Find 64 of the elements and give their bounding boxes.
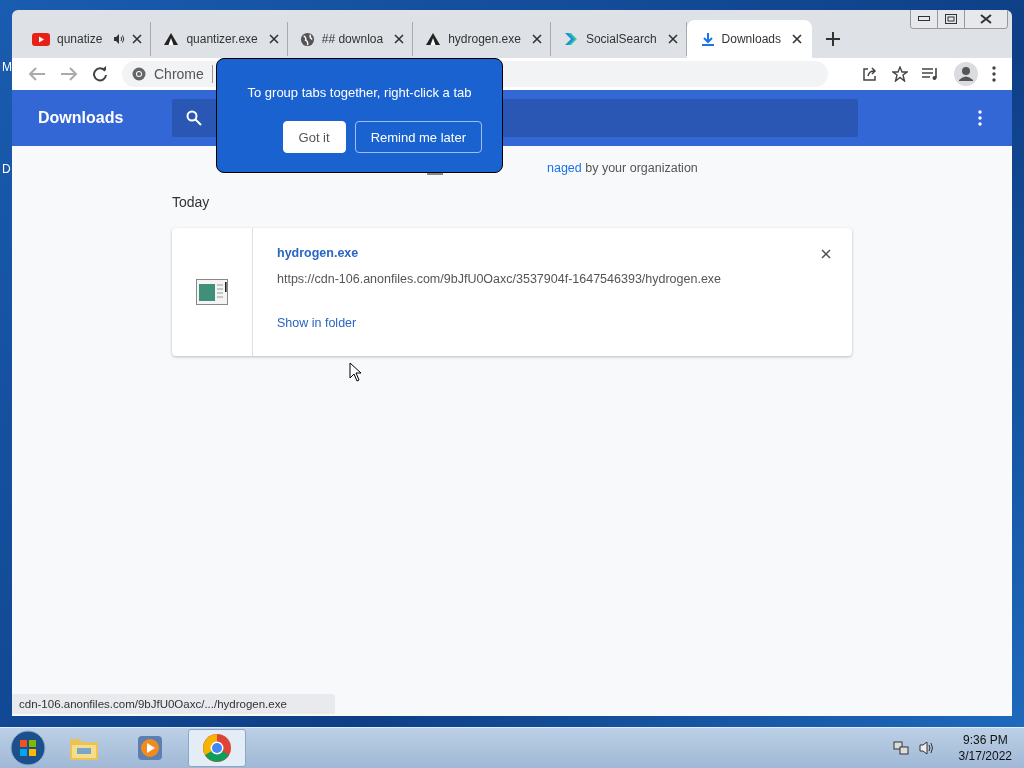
browser-tab[interactable]: qunatize [20,22,152,56]
search-icon [186,110,202,126]
browser-tab[interactable]: hydrogen.exe [413,22,551,56]
bookmark-star-icon[interactable] [892,66,908,82]
browser-tab[interactable]: ## downloa [287,22,414,56]
promo-message: To group tabs together, right-click a tab [247,85,472,100]
close-window-button[interactable] [965,10,1007,28]
tent-icon [163,32,180,46]
mouse-cursor-icon [349,362,363,382]
start-button[interactable] [10,730,46,766]
close-tab-icon[interactable] [132,34,143,44]
chrome-icon [202,733,232,763]
tab-title: ## downloa [321,32,384,46]
tab-title: quantizer.exe [186,32,258,46]
network-icon[interactable] [892,740,909,756]
page-title: Downloads [38,109,125,127]
managed-notice: naged by your organization [547,161,698,175]
got-it-button[interactable]: Got it [282,121,346,153]
tent-icon [425,32,442,46]
file-name-link[interactable]: hydrogen.exe [277,246,722,260]
new-tab-icon[interactable] [826,32,840,46]
more-actions-icon[interactable] [978,110,982,126]
download-url: https://cdn-106.anonfiles.com/9bJfU0Oaxc/3537904f-1647546393/hydrogen.exe [277,272,722,286]
volume-icon[interactable] [918,740,935,756]
minimize-button[interactable] [911,10,938,28]
video-play-icon [32,32,50,46]
close-tab-icon[interactable] [531,34,542,44]
browser-tab[interactable]: quantizer.exe [151,22,288,56]
browser-tab[interactable]: Downloads [686,20,812,58]
show-in-folder-link[interactable]: Show in folder [277,316,722,330]
browser-tab[interactable]: SocialSearch [550,22,687,56]
clock-date[interactable]: 3/17/2022 [958,749,1012,763]
tab-title: hydrogen.exe [448,32,521,46]
download-icon [700,31,715,47]
close-tab-icon[interactable] [268,34,279,44]
media-control-icon[interactable] [922,67,940,81]
share-icon[interactable] [862,66,878,82]
globe-icon [299,31,315,47]
chrome-logo-icon [132,67,146,81]
remove-icon[interactable] [821,249,831,259]
managed-link[interactable]: naged [547,161,582,175]
status-bubble: cdn-106.anonfiles.com/9bJfU0Oaxc/.../hydrogen.exe [12,694,335,714]
remind-later-button[interactable]: Remind me later [354,121,482,153]
desktop-icon-label: D [2,162,11,176]
maximize-icon [945,14,957,24]
close-tab-icon[interactable] [792,34,802,44]
minimize-icon [918,16,930,22]
tab-title: SocialSearch [585,32,657,46]
clock-time[interactable]: 9:36 PM [962,733,1008,747]
profile-avatar-icon[interactable] [954,62,978,86]
desktop-icon-label: M [2,60,12,74]
close-icon [979,14,993,24]
maximize-button[interactable] [938,10,965,28]
section-heading: Today [172,194,211,210]
close-tab-icon[interactable] [667,34,678,44]
taskbar-app[interactable] [188,729,246,767]
executable-file-icon [196,279,228,305]
menu-icon[interactable] [992,66,996,82]
reload-icon[interactable] [92,66,108,82]
close-tab-icon[interactable] [394,34,405,44]
media-player-icon [137,735,163,761]
site-label: Chrome [154,66,204,82]
tab-title: qunatize [57,32,103,46]
tab-title: Downloads [721,32,781,46]
